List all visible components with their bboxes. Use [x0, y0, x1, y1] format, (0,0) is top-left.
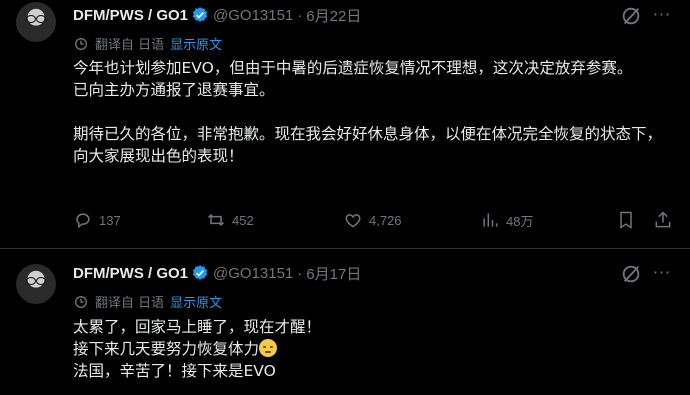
translation-source: 翻译自 日语	[95, 38, 165, 53]
repost-icon	[207, 213, 225, 227]
reply-count: 137	[99, 212, 121, 228]
tweet-date[interactable]: 6月22日	[306, 5, 361, 26]
share-icon	[655, 211, 671, 228]
repost-button[interactable]: 452	[206, 210, 254, 230]
tweet-line: 已向主办方通报了退赛事宜。	[73, 81, 275, 99]
views-icon	[483, 213, 498, 227]
reply-button[interactable]: 137	[73, 210, 121, 230]
grok-icon[interactable]	[620, 5, 642, 27]
translate-icon	[75, 37, 87, 50]
tweet-line: 太累了，回家马上睡了，现在才醒！	[73, 318, 322, 336]
show-original-link[interactable]: 显示原文	[170, 34, 222, 53]
verified-badge-icon	[192, 265, 208, 280]
views-count: 48万	[506, 213, 534, 229]
like-count: 4,726	[369, 212, 402, 228]
author-name[interactable]: DFM/PWS / GO1	[73, 7, 188, 24]
tired-face-emoji	[259, 339, 278, 357]
action-bar: 137 452 4,726 48万	[73, 210, 673, 234]
author-handle[interactable]: @GO13151	[213, 7, 293, 24]
tweet[interactable]: DFM/PWS / GO1 @GO13151 · 6月17日 ··· 翻译自 日…	[0, 249, 690, 395]
tweet-line: 接下来几天要努力恢复体力	[73, 340, 260, 358]
like-button[interactable]: 4,726	[343, 210, 402, 230]
show-original-link[interactable]: 显示原文	[170, 292, 222, 311]
tweet-header: DFM/PWS / GO1 @GO13151 · 6月17日	[73, 263, 361, 283]
grok-icon[interactable]	[620, 263, 642, 285]
author-handle[interactable]: @GO13151	[213, 265, 293, 282]
translate-icon	[75, 295, 87, 308]
views-button[interactable]: 48万	[480, 210, 533, 230]
avatar[interactable]	[16, 2, 56, 42]
tweet[interactable]: DFM/PWS / GO1 @GO13151 · 6月22日 ··· 翻译自 日…	[0, 0, 690, 249]
tweet-line: 今年也计划参加EVO，但由于中暑的后遗症恢复情况不理想，这次决定放弃参赛。	[73, 59, 633, 77]
more-icon[interactable]: ···	[652, 263, 672, 283]
tweet-text: 太累了，回家马上睡了，现在才醒！ 接下来几天要努力恢复体力 法国，辛苦了！接下来…	[73, 316, 673, 382]
verified-badge-icon	[192, 7, 208, 22]
author-name[interactable]: DFM/PWS / GO1	[73, 265, 188, 282]
tweet-date[interactable]: 6月17日	[306, 263, 361, 284]
separator: ·	[297, 264, 303, 282]
tweet-line: 法国，辛苦了！接下来是EVO	[73, 362, 276, 380]
avatar[interactable]	[16, 264, 56, 304]
bookmark-icon	[620, 211, 632, 229]
translation-bar: 翻译自 日语 显示原文	[73, 292, 222, 311]
bookmark-button[interactable]	[616, 210, 642, 230]
translation-source: 翻译自 日语	[95, 296, 165, 311]
more-icon[interactable]: ···	[652, 5, 672, 25]
tweet-text: 今年也计划参加EVO，但由于中暑的后遗症恢复情况不理想，这次决定放弃参赛。 已向…	[73, 57, 673, 167]
reply-icon	[76, 213, 90, 229]
translation-bar: 翻译自 日语 显示原文	[73, 34, 222, 53]
like-icon	[345, 214, 361, 228]
tweet-header: DFM/PWS / GO1 @GO13151 · 6月22日	[73, 5, 361, 25]
separator: ·	[297, 6, 303, 24]
share-button[interactable]	[653, 210, 679, 230]
tweet-line: 期待已久的各位，非常抱歉。现在我会好好休息身体，以便在体况完全恢复的状态下，向大…	[73, 125, 663, 165]
repost-count: 452	[232, 212, 254, 228]
